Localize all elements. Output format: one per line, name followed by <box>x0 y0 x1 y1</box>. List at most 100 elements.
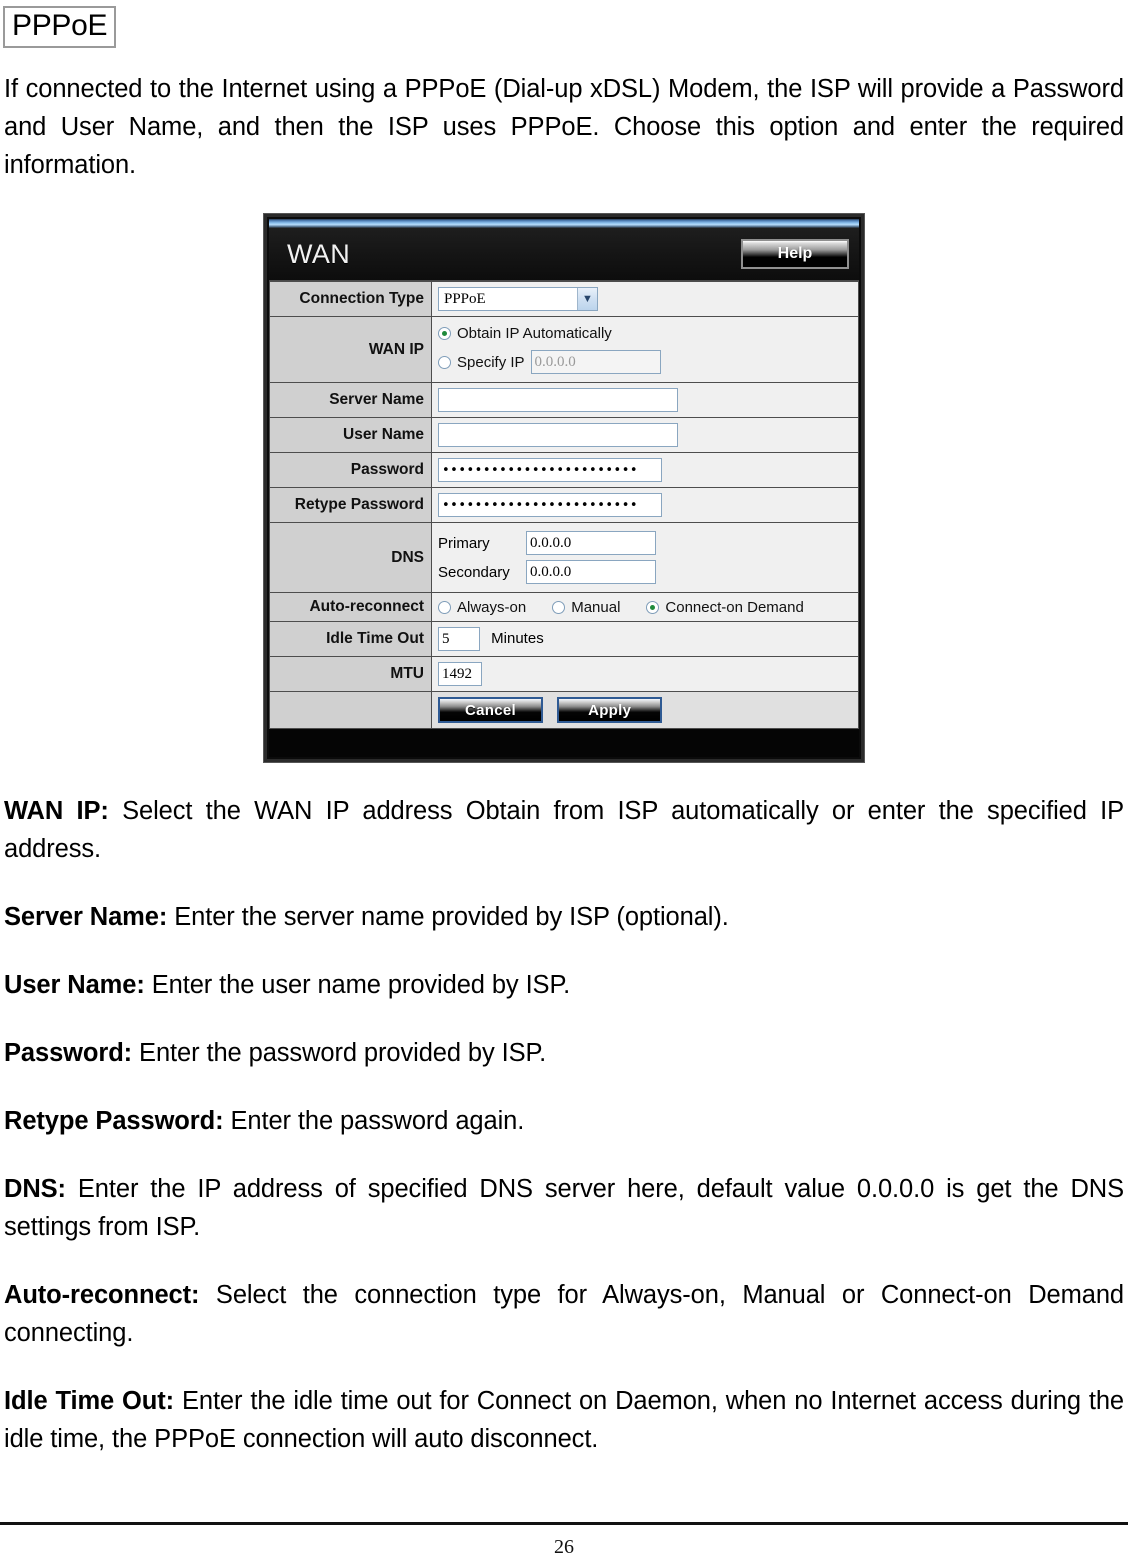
definition-term: Password: <box>4 1039 133 1067</box>
radio-connect-on-demand-icon[interactable] <box>646 600 660 614</box>
definition-term: Idle Time Out: <box>4 1387 175 1415</box>
obtain-ip-automatically-option[interactable]: Obtain IP Automatically <box>438 325 852 342</box>
dns-primary-input[interactable]: 0.0.0.0 <box>526 531 656 555</box>
dns-label: DNS <box>269 522 432 593</box>
connection-type-label: Connection Type <box>269 281 432 317</box>
definition-term: Auto-reconnect: <box>4 1281 200 1309</box>
definition-user-name: User Name: Enter the user name provided … <box>4 966 1124 1004</box>
dns-secondary-label: Secondary <box>438 563 510 581</box>
password-input[interactable]: •••••••••••••••••••••••• <box>438 458 662 482</box>
panel-body: Connection Type PPPoE ▼ WAN IP Obtain IP… <box>269 280 859 729</box>
always-on-label: Always-on <box>457 598 527 616</box>
dns-secondary-input[interactable]: 0.0.0.0 <box>526 560 656 584</box>
retype-password-input[interactable]: •••••••••••••••••••••••• <box>438 493 662 517</box>
auto-reconnect-label: Auto-reconnect <box>269 592 432 622</box>
idle-time-out-cell: 5 Minutes <box>431 621 859 657</box>
user-name-input[interactable] <box>438 423 678 447</box>
radio-always-on-icon[interactable] <box>438 600 451 614</box>
connection-type-select[interactable]: PPPoE ▼ <box>438 287 598 311</box>
idle-time-out-label: Idle Time Out <box>269 621 432 657</box>
table-row-actions: Cancel Apply <box>269 691 859 729</box>
password-label: Password <box>269 452 432 488</box>
table-row-server-name: Server Name <box>269 382 859 418</box>
cancel-button[interactable]: Cancel <box>438 697 543 723</box>
help-button[interactable]: Help <box>741 239 849 269</box>
auto-reconnect-option-always-on[interactable]: Always-on <box>438 599 526 616</box>
mtu-label: MTU <box>269 656 432 692</box>
table-row-mtu: MTU 1492 <box>269 656 859 692</box>
definition-text: Enter the password again. <box>223 1107 525 1135</box>
panel-header: WAN Help <box>269 228 859 280</box>
definition-term: WAN IP: <box>4 797 109 825</box>
definition-retype-password: Retype Password: Enter the password agai… <box>4 1102 1124 1140</box>
auto-reconnect-option-manual[interactable]: Manual <box>552 599 620 616</box>
intro-paragraph: If connected to the Internet using a PPP… <box>4 75 1124 179</box>
chevron-down-icon[interactable]: ▼ <box>577 288 597 310</box>
manual-label: Manual <box>571 598 621 616</box>
definition-text: Enter the IP address of specified DNS se… <box>4 1175 1124 1241</box>
password-cell: •••••••••••••••••••••••• <box>431 452 859 488</box>
wan-settings-panel: WAN Help Connection Type PPPoE ▼ WAN IP … <box>264 214 864 762</box>
idle-time-out-input[interactable]: 5 <box>438 627 480 651</box>
definition-text: Enter the server name provided by ISP (o… <box>167 903 729 931</box>
definition-term: Retype Password: <box>4 1107 224 1135</box>
section-heading: PPPoE <box>3 6 117 48</box>
table-row-wan-ip: WAN IP Obtain IP Automatically Specify I… <box>269 316 859 383</box>
connection-type-cell: PPPoE ▼ <box>431 281 859 317</box>
definition-term: Server Name: <box>4 903 168 931</box>
dns-secondary-row: Secondary 0.0.0.0 <box>438 560 852 584</box>
retype-password-label: Retype Password <box>269 487 432 523</box>
retype-password-cell: •••••••••••••••••••••••• <box>431 487 859 523</box>
obtain-ip-label: Obtain IP Automatically <box>457 325 612 342</box>
page-number: 26 <box>554 1536 574 1558</box>
panel-accent-strip <box>269 219 859 228</box>
definition-text: Select the WAN IP address Obtain from IS… <box>4 797 1124 863</box>
panel-title: WAN <box>287 238 351 269</box>
auto-reconnect-cell: Always-on Manual Connect-on Demand <box>431 592 859 622</box>
connection-type-value: PPPoE <box>444 290 486 307</box>
definition-text: Enter the user name provided by ISP. <box>144 971 571 999</box>
wan-settings-form: Connection Type PPPoE ▼ WAN IP Obtain IP… <box>269 281 859 729</box>
actions-spacer <box>269 691 432 729</box>
user-name-cell <box>431 417 859 453</box>
table-row-connection-type: Connection Type PPPoE ▼ <box>269 281 859 317</box>
footer-divider <box>0 1522 1128 1525</box>
radio-manual-icon[interactable] <box>552 600 566 614</box>
specify-ip-option[interactable]: Specify IP 0.0.0.0 <box>438 350 852 374</box>
server-name-cell <box>431 382 859 418</box>
definition-wan-ip: WAN IP: Select the WAN IP address Obtain… <box>4 792 1124 868</box>
idle-time-out-unit: Minutes <box>491 629 544 647</box>
apply-button[interactable]: Apply <box>557 697 663 723</box>
table-row-auto-reconnect: Auto-reconnect Always-on Manual Connect-… <box>269 592 859 622</box>
table-row-password: Password •••••••••••••••••••••••• <box>269 452 859 488</box>
dns-primary-row: Primary 0.0.0.0 <box>438 531 852 555</box>
definition-text: Enter the password provided by ISP. <box>132 1039 547 1067</box>
connect-on-demand-label: Connect-on Demand <box>665 598 804 616</box>
server-name-input[interactable] <box>438 388 678 412</box>
user-name-label: User Name <box>269 417 432 453</box>
document-page: PPPoE If connected to the Internet using… <box>0 0 1128 1567</box>
definition-idle-time-out: Idle Time Out: Enter the idle time out f… <box>4 1382 1124 1458</box>
retype-password-masked-value: •••••••••••••••••••••••• <box>442 498 639 512</box>
specify-ip-input[interactable]: 0.0.0.0 <box>530 350 661 374</box>
table-row-idle-time-out: Idle Time Out 5 Minutes <box>269 621 859 657</box>
definition-dns: DNS: Enter the IP address of specified D… <box>4 1170 1124 1246</box>
radio-specify-ip-icon[interactable] <box>438 355 451 369</box>
router-ui-figure: WAN Help Connection Type PPPoE ▼ WAN IP … <box>0 214 1128 762</box>
wan-ip-label: WAN IP <box>269 316 432 383</box>
password-masked-value: •••••••••••••••••••••••• <box>442 463 639 477</box>
mtu-input[interactable]: 1492 <box>438 662 482 686</box>
specify-ip-label: Specify IP <box>457 353 525 371</box>
panel-bottom-bar <box>269 729 859 757</box>
mtu-cell: 1492 <box>431 656 859 692</box>
table-row-user-name: User Name <box>269 417 859 453</box>
radio-obtain-ip-icon[interactable] <box>438 327 451 340</box>
definition-term: DNS: <box>4 1175 66 1203</box>
definition-server-name: Server Name: Enter the server name provi… <box>4 898 1124 936</box>
wan-ip-cell: Obtain IP Automatically Specify IP 0.0.0… <box>431 316 859 383</box>
table-row-dns: DNS Primary 0.0.0.0 Secondary 0.0.0.0 <box>269 522 859 593</box>
auto-reconnect-option-connect-on-demand[interactable]: Connect-on Demand <box>646 598 804 616</box>
dns-primary-label: Primary <box>438 534 490 552</box>
server-name-label: Server Name <box>269 382 432 418</box>
dns-cell: Primary 0.0.0.0 Secondary 0.0.0.0 <box>431 522 859 593</box>
